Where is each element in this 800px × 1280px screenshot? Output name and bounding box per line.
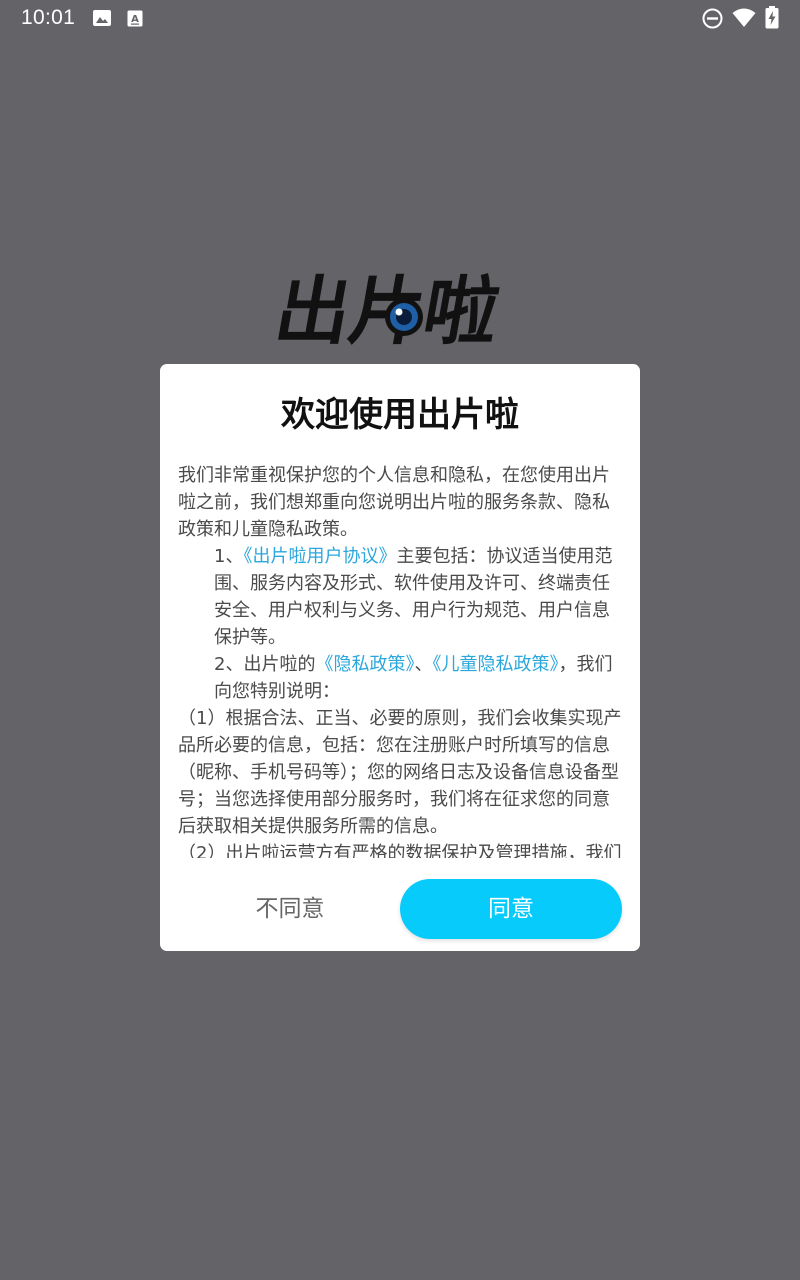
privacy-dialog: 欢迎使用出片啦 我们非常重视保护您的个人信息和隐私，在您使用出片啦之前，我们想郑… <box>160 364 640 951</box>
item-number: 2、出片啦的 <box>214 654 316 675</box>
child-privacy-policy-link[interactable]: 《儿童隐私政策》 <box>432 654 558 675</box>
dialog-body[interactable]: 我们非常重视保护您的个人信息和隐私，在您使用出片啦之前，我们想郑重向您说明出片啦… <box>178 462 624 858</box>
agree-button[interactable]: 同意 <box>400 879 622 939</box>
image-icon <box>92 9 112 31</box>
lens-eye-icon <box>385 298 423 336</box>
do-not-disturb-icon <box>702 8 723 33</box>
user-agreement-paragraph: 1、《出片啦用户协议》主要包括：协议适当使用范围、服务内容及形式、软件使用及许可… <box>178 543 624 651</box>
svg-text:A: A <box>131 14 139 25</box>
status-time: 10:01 <box>21 6 76 29</box>
disagree-button[interactable]: 不同意 <box>200 882 380 936</box>
user-agreement-link[interactable]: 《出片啦用户协议》 <box>243 546 396 567</box>
app-logo: 出片啦 <box>269 263 529 355</box>
wifi-icon <box>732 8 756 32</box>
privacy-policy-link[interactable]: 《隐私政策》 <box>315 654 414 675</box>
data-collection-paragraph: （1）根据合法、正当、必要的原则，我们会收集实现产品所必要的信息，包括：您在注册… <box>178 708 622 837</box>
status-bar: 10:01 A <box>0 0 800 38</box>
dialog-title: 欢迎使用出片啦 <box>281 395 519 435</box>
privacy-policy-paragraph: 2、出片啦的《隐私政策》、《儿童隐私政策》，我们向您特别说明： <box>178 651 624 705</box>
intro-paragraph: 我们非常重视保护您的个人信息和隐私，在您使用出片啦之前，我们想郑重向您说明出片啦… <box>178 465 610 540</box>
data-protection-paragraph: （2）出片啦运营方有严格的数据保护及管理措施，我们 <box>178 843 622 858</box>
battery-charging-icon <box>765 6 779 33</box>
separator: 、 <box>414 654 433 675</box>
item-number: 1、 <box>214 546 244 567</box>
screen: 10:01 A 欢迎使用出片啦 我们非常重视保护您的个人信息和隐私，在您使用出片… <box>0 0 800 1280</box>
text-a-icon: A <box>127 10 143 31</box>
